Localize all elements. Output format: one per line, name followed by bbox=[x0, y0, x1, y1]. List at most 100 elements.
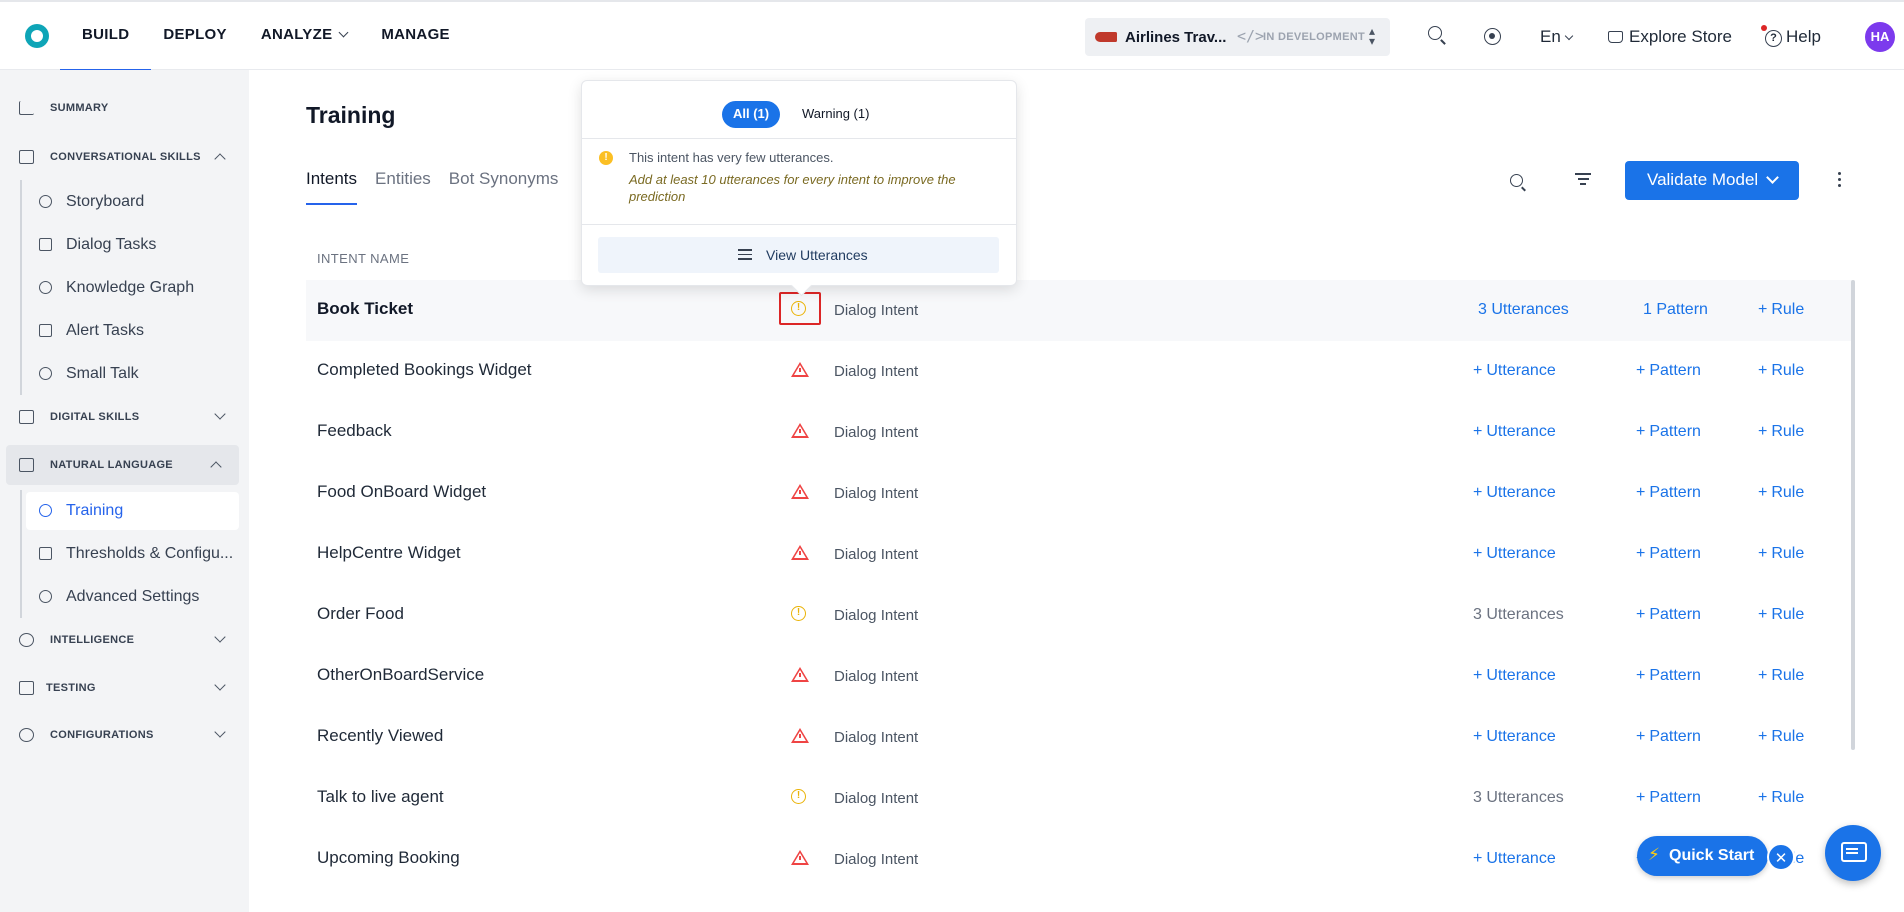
add-pattern-link[interactable]: +Pattern bbox=[1636, 545, 1701, 563]
sidebar-intelligence[interactable]: INTELLIGENCE bbox=[0, 620, 249, 660]
search-icon[interactable] bbox=[1428, 26, 1442, 40]
filter-icon[interactable] bbox=[1575, 173, 1591, 187]
table-row[interactable]: Completed Bookings Widget Dialog Intent + U… bbox=[306, 341, 1854, 402]
add-utterance-link[interactable]: + Utterance bbox=[1473, 545, 1556, 563]
intent-name[interactable]: Completed Bookings Widget bbox=[317, 360, 532, 380]
add-utterance-link[interactable]: + Utterance bbox=[1473, 362, 1556, 380]
intent-name[interactable]: OtherOnBoardService bbox=[317, 665, 484, 685]
warning-icon[interactable]: ! bbox=[791, 606, 806, 621]
validate-model-button[interactable]: Validate Model bbox=[1625, 161, 1799, 200]
sidebar-item-thresholds[interactable]: Thresholds & Configu... bbox=[26, 535, 239, 573]
utterance-count[interactable]: 3 Utterances bbox=[1478, 301, 1569, 319]
more-options-icon[interactable] bbox=[1838, 172, 1842, 190]
explore-store-link[interactable]: Explore Store bbox=[1608, 27, 1732, 47]
sidebar-conversational-skills[interactable]: CONVERSATIONAL SKILLS bbox=[0, 137, 249, 177]
sidebar-testing[interactable]: TESTING bbox=[0, 668, 249, 708]
add-utterance-link[interactable]: + Utterance bbox=[1473, 484, 1556, 502]
language-selector[interactable]: En bbox=[1540, 27, 1574, 47]
utterance-count[interactable]: 3 Utterances bbox=[1473, 606, 1564, 624]
sidebar-configurations[interactable]: CONFIGURATIONS bbox=[0, 715, 249, 755]
nav-analyze[interactable]: ANALYZE bbox=[261, 2, 349, 70]
add-utterance-link[interactable]: + Utterance bbox=[1473, 667, 1556, 685]
table-row[interactable]: Book Ticket! Dialog Intent 3 Utterances 1 P… bbox=[306, 280, 1854, 341]
pattern-count[interactable]: 1 Pattern bbox=[1643, 301, 1708, 319]
add-pattern-link[interactable]: +Pattern bbox=[1636, 789, 1701, 807]
sidebar-item-alert-tasks[interactable]: Alert Tasks bbox=[26, 312, 239, 350]
add-rule-link[interactable]: +Rule bbox=[1758, 484, 1804, 502]
table-row[interactable]: HelpCentre Widget Dialog Intent + Utterance… bbox=[306, 524, 1854, 585]
add-pattern-link[interactable]: +Pattern bbox=[1636, 362, 1701, 380]
intent-name[interactable]: Food OnBoard Widget bbox=[317, 482, 486, 502]
add-pattern-link[interactable]: +Pattern bbox=[1636, 728, 1701, 746]
warning-icon[interactable]: ! bbox=[791, 789, 806, 804]
add-rule-link[interactable]: +Rule bbox=[1758, 362, 1804, 380]
sidebar-digital-skills[interactable]: DIGITAL SKILLS bbox=[0, 397, 249, 437]
intent-name[interactable]: Upcoming Booking bbox=[317, 848, 460, 868]
tab-intents[interactable]: Intents bbox=[306, 169, 358, 205]
help-link[interactable]: ? Help bbox=[1761, 25, 1821, 48]
search-icon[interactable] bbox=[1510, 174, 1523, 187]
filter-warning-pill[interactable]: Warning (1) bbox=[802, 106, 869, 121]
table-row[interactable]: OtherOnBoardService Dialog Intent + Utteran… bbox=[306, 646, 1854, 707]
sidebar-item-dialog-tasks[interactable]: Dialog Tasks bbox=[26, 226, 239, 264]
intent-name[interactable]: Talk to live agent bbox=[317, 787, 444, 807]
plus-icon: + bbox=[1473, 362, 1483, 379]
add-pattern-link[interactable]: +Pattern bbox=[1636, 667, 1701, 685]
chevron-down-icon bbox=[214, 726, 226, 738]
add-rule-link[interactable]: +Rule bbox=[1758, 545, 1804, 563]
add-rule-link[interactable]: +Rule bbox=[1758, 301, 1804, 319]
sidebar-item-small-talk[interactable]: Small Talk bbox=[26, 355, 239, 393]
tab-bot-synonyms[interactable]: Bot Synonyms bbox=[449, 169, 559, 205]
add-rule-link[interactable]: +Rule bbox=[1758, 789, 1804, 807]
filter-all-pill[interactable]: All (1) bbox=[722, 101, 781, 128]
error-icon[interactable] bbox=[791, 362, 809, 377]
quick-start-button[interactable]: ⚡ Quick Start bbox=[1637, 836, 1768, 876]
tab-entities[interactable]: Entities bbox=[375, 169, 431, 205]
add-rule-link[interactable]: +Rule bbox=[1758, 667, 1804, 685]
table-row[interactable]: Upcoming Booking Dialog Intent +Utterance+… bbox=[306, 829, 1854, 890]
error-icon[interactable] bbox=[791, 850, 809, 865]
add-utterance-link[interactable]: + Utterance bbox=[1473, 423, 1556, 441]
add-rule-link[interactable]: +Rule bbox=[1758, 606, 1804, 624]
table-row[interactable]: Talk to live agent! Dialog Intent 3 Uttera… bbox=[306, 768, 1854, 829]
error-icon[interactable] bbox=[791, 728, 809, 743]
sidebar-item-training[interactable]: Training bbox=[26, 492, 239, 530]
sidebar-summary[interactable]: SUMMARY bbox=[0, 88, 249, 128]
intent-name[interactable]: Order Food bbox=[317, 604, 404, 624]
chat-icon[interactable] bbox=[1825, 825, 1881, 881]
table-row[interactable]: Food OnBoard Widget Dialog Intent + Utteran… bbox=[306, 463, 1854, 524]
table-row[interactable]: Recently Viewed Dialog Intent + Utterance + P… bbox=[306, 707, 1854, 768]
sidebar-item-advanced-settings[interactable]: Advanced Settings bbox=[26, 578, 239, 616]
target-icon[interactable] bbox=[1484, 28, 1501, 45]
sidebar-natural-language[interactable]: NATURAL LANGUAGE bbox=[6, 445, 239, 485]
add-pattern-link[interactable]: +Pattern bbox=[1636, 423, 1701, 441]
add-utterance-link[interactable]: + Utterance bbox=[1473, 728, 1556, 746]
add-rule-link[interactable]: +Rule bbox=[1758, 423, 1804, 441]
add-utterance-link[interactable]: + Utterance bbox=[1473, 850, 1556, 868]
table-row[interactable]: Feedback Dialog Intent + Utterance + Pattern +… bbox=[306, 402, 1854, 463]
utterance-count[interactable]: 3 Utterances bbox=[1473, 789, 1564, 807]
view-utterances-button[interactable]: View Utterances bbox=[598, 237, 999, 273]
nav-deploy[interactable]: DEPLOY bbox=[163, 2, 226, 70]
error-icon[interactable] bbox=[791, 667, 809, 682]
intent-name[interactable]: HelpCentre Widget bbox=[317, 543, 461, 563]
add-pattern-link[interactable]: +Pattern bbox=[1636, 606, 1701, 624]
add-pattern-link[interactable]: +Pattern bbox=[1636, 484, 1701, 502]
add-rule-link[interactable]: +Rule bbox=[1758, 728, 1804, 746]
scrollbar[interactable] bbox=[1851, 280, 1855, 750]
sidebar-item-storyboard[interactable]: Storyboard bbox=[26, 183, 239, 221]
avatar[interactable]: HA bbox=[1865, 22, 1895, 52]
intent-name[interactable]: Recently Viewed bbox=[317, 726, 443, 746]
app-selector[interactable]: Airlines Trav... </> IN DEVELOPMENT ▴ ▾ bbox=[1085, 18, 1390, 56]
error-icon[interactable] bbox=[791, 545, 809, 560]
intent-name[interactable]: Feedback bbox=[317, 421, 392, 441]
error-icon[interactable] bbox=[791, 484, 809, 499]
error-icon[interactable] bbox=[791, 423, 809, 438]
intent-name[interactable]: Book Ticket bbox=[317, 299, 413, 319]
nav-manage[interactable]: MANAGE bbox=[381, 2, 449, 70]
sidebar-item-knowledge-graph[interactable]: Knowledge Graph bbox=[26, 269, 239, 307]
close-icon[interactable]: ✕ bbox=[1767, 843, 1795, 871]
nav-build[interactable]: BUILD bbox=[59, 2, 152, 71]
table-row[interactable]: Order Food! Dialog Intent 3 Utterances + Pat… bbox=[306, 585, 1854, 646]
logo-icon[interactable] bbox=[25, 24, 49, 48]
